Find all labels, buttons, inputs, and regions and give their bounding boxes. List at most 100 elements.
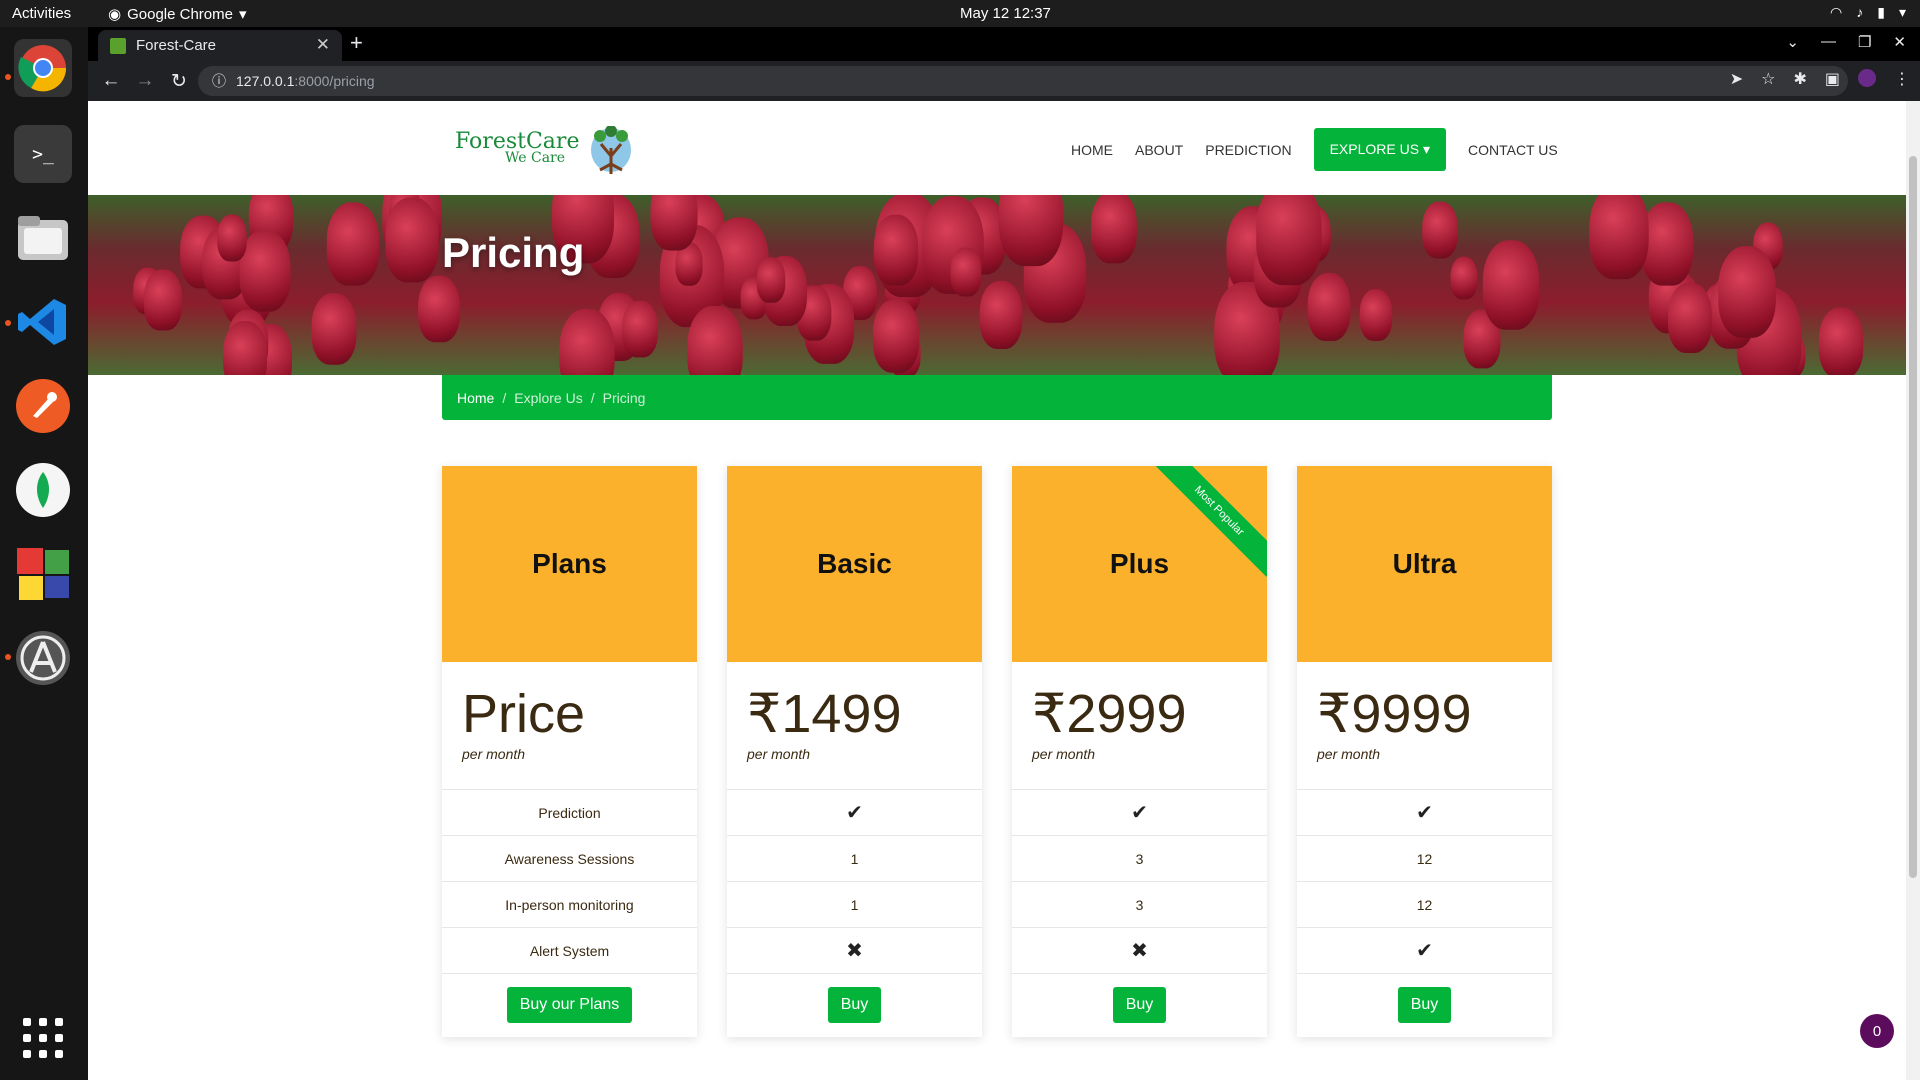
profile-avatar[interactable]: [1858, 69, 1876, 87]
chrome-dock-icon[interactable]: [14, 39, 72, 97]
plan-price-block: ₹1499 per month: [727, 662, 982, 790]
nav-explore-dropdown[interactable]: EXPLORE US ▾: [1313, 128, 1446, 171]
page-scrollbar[interactable]: [1906, 101, 1920, 1080]
feature-row: Awareness Sessions: [442, 836, 697, 882]
browser-chrome: Forest-Care ✕ + ⌄ — ❐ ✕ ← → ↻ ⓘ 127.0.0.…: [88, 27, 1920, 101]
restore-icon[interactable]: ❐: [1858, 33, 1871, 51]
tulip-shape: [872, 299, 920, 373]
close-window-icon[interactable]: ✕: [1893, 33, 1906, 51]
nav-contact[interactable]: CONTACT US: [1468, 142, 1558, 158]
tulip-shape: [1640, 202, 1694, 286]
feature-row: ✔: [1297, 928, 1552, 974]
tulip-shape: [1422, 201, 1458, 259]
feature-row: ✔: [1012, 790, 1267, 836]
card-footer: Buy: [1012, 974, 1267, 1036]
menu-kebab-icon[interactable]: ⋮: [1894, 69, 1910, 89]
buy-basic-button[interactable]: Buy: [827, 987, 882, 1023]
nav-about[interactable]: ABOUT: [1135, 142, 1183, 158]
check-icon: ✔: [846, 802, 863, 824]
extensions-icon[interactable]: ✱: [1793, 69, 1806, 89]
tulip-shape: [326, 202, 380, 286]
pricing-cards: Plans Price per month Prediction Awarene…: [442, 466, 1552, 1037]
breadcrumb-explore[interactable]: Explore Us: [514, 390, 582, 406]
tulip-shape: [650, 195, 698, 251]
tulip-shape: [998, 195, 1064, 267]
side-panel-icon[interactable]: ▣: [1825, 69, 1840, 89]
files-dock-icon[interactable]: [14, 209, 72, 267]
plan-card-plus: Most Popular Plus ₹2999 per month ✔ 3 3 …: [1012, 466, 1267, 1037]
feature-row: 3: [1012, 882, 1267, 928]
cross-icon: ✖: [1131, 940, 1148, 962]
nav-home[interactable]: HOME: [1071, 142, 1113, 158]
vscode-dock-icon[interactable]: [14, 293, 72, 351]
forward-icon[interactable]: →: [134, 70, 156, 92]
system-tray[interactable]: ◠ ♪ ▮ ▾: [1830, 4, 1906, 21]
plan-period: per month: [747, 746, 811, 762]
plan-period: per month: [1032, 746, 1096, 762]
nav-prediction[interactable]: PREDICTION: [1205, 142, 1291, 158]
buy-plus-button[interactable]: Buy: [1112, 987, 1167, 1023]
tulip-shape: [143, 269, 183, 331]
tulip-shape: [687, 305, 743, 375]
buy-ultra-button[interactable]: Buy: [1397, 987, 1452, 1023]
feature-row: ✔: [1297, 790, 1552, 836]
new-tab-button[interactable]: +: [350, 30, 363, 56]
plan-card-basic: Basic ₹1499 per month ✔ 1 1 ✖ Buy: [727, 466, 982, 1037]
tulip-shape: [223, 321, 267, 375]
tulip-shape: [622, 300, 658, 358]
running-indicator: [5, 320, 11, 326]
tulip-shape: [1818, 307, 1864, 375]
check-icon: ✔: [1131, 802, 1148, 824]
address-bar[interactable]: ⓘ 127.0.0.1:8000/pricing: [198, 66, 1848, 96]
send-icon[interactable]: ➤: [1730, 69, 1743, 89]
url-host: 127.0.0.1: [236, 73, 295, 89]
scrollbar-thumb[interactable]: [1909, 156, 1917, 878]
plan-period: per month: [1317, 746, 1381, 762]
feature-row: Alert System: [442, 928, 697, 974]
postman-dock-icon[interactable]: [14, 377, 72, 435]
close-tab-icon[interactable]: ✕: [316, 35, 330, 55]
tulip-shape: [217, 214, 247, 262]
feature-row: ✖: [1012, 928, 1267, 974]
tab-search-icon[interactable]: ⌄: [1786, 33, 1799, 51]
ubuntu-store-dock-icon[interactable]: [14, 545, 72, 603]
tulip-shape: [950, 247, 982, 297]
back-icon[interactable]: ←: [100, 70, 122, 92]
buy-plans-button[interactable]: Buy our Plans: [506, 987, 633, 1023]
tulip-shape: [1359, 289, 1393, 341]
mongodb-dock-icon[interactable]: [14, 461, 72, 519]
software-updater-dock-icon[interactable]: [14, 629, 72, 687]
tree-logo-icon: [591, 126, 631, 174]
plan-price-block: Price per month: [442, 662, 697, 790]
feature-row: 12: [1297, 882, 1552, 928]
chrome-small-icon: ◉: [108, 6, 122, 23]
chat-badge[interactable]: 0: [1860, 1014, 1894, 1048]
app-menu[interactable]: ◉ Google Chrome ▾: [108, 5, 247, 24]
plan-title: Plans: [442, 466, 697, 662]
activities-button[interactable]: Activities: [12, 5, 71, 22]
plan-price-block: ₹2999 per month: [1012, 662, 1267, 790]
breadcrumb-current: Pricing: [602, 389, 646, 406]
chevron-down-icon: ▾: [238, 6, 247, 23]
tab-title: Forest-Care: [136, 37, 217, 54]
card-footer: Buy: [727, 974, 982, 1036]
reload-icon[interactable]: ↻: [168, 70, 190, 93]
minimize-icon[interactable]: —: [1821, 33, 1836, 51]
terminal-dock-icon[interactable]: >_: [14, 125, 72, 183]
info-icon[interactable]: ⓘ: [212, 71, 226, 91]
app-name: Google Chrome: [127, 5, 233, 23]
browser-tab[interactable]: Forest-Care ✕: [98, 30, 342, 61]
site-logo[interactable]: ForestCare We Care: [455, 126, 631, 174]
feature-row: 1: [727, 836, 982, 882]
clock[interactable]: May 12 12:37: [960, 5, 1051, 22]
feature-row: ✔: [727, 790, 982, 836]
plan-price: ₹1499: [747, 684, 902, 744]
tulip-shape: [1718, 246, 1776, 338]
bookmark-star-icon[interactable]: ☆: [1761, 69, 1775, 89]
tulip-shape: [1589, 195, 1649, 280]
breadcrumb-separator: /: [502, 389, 507, 406]
show-apps-grid-icon[interactable]: [14, 1009, 72, 1067]
tulip-shape: [559, 308, 615, 375]
tulip-shape: [756, 257, 786, 303]
breadcrumb-home[interactable]: Home: [457, 390, 494, 406]
